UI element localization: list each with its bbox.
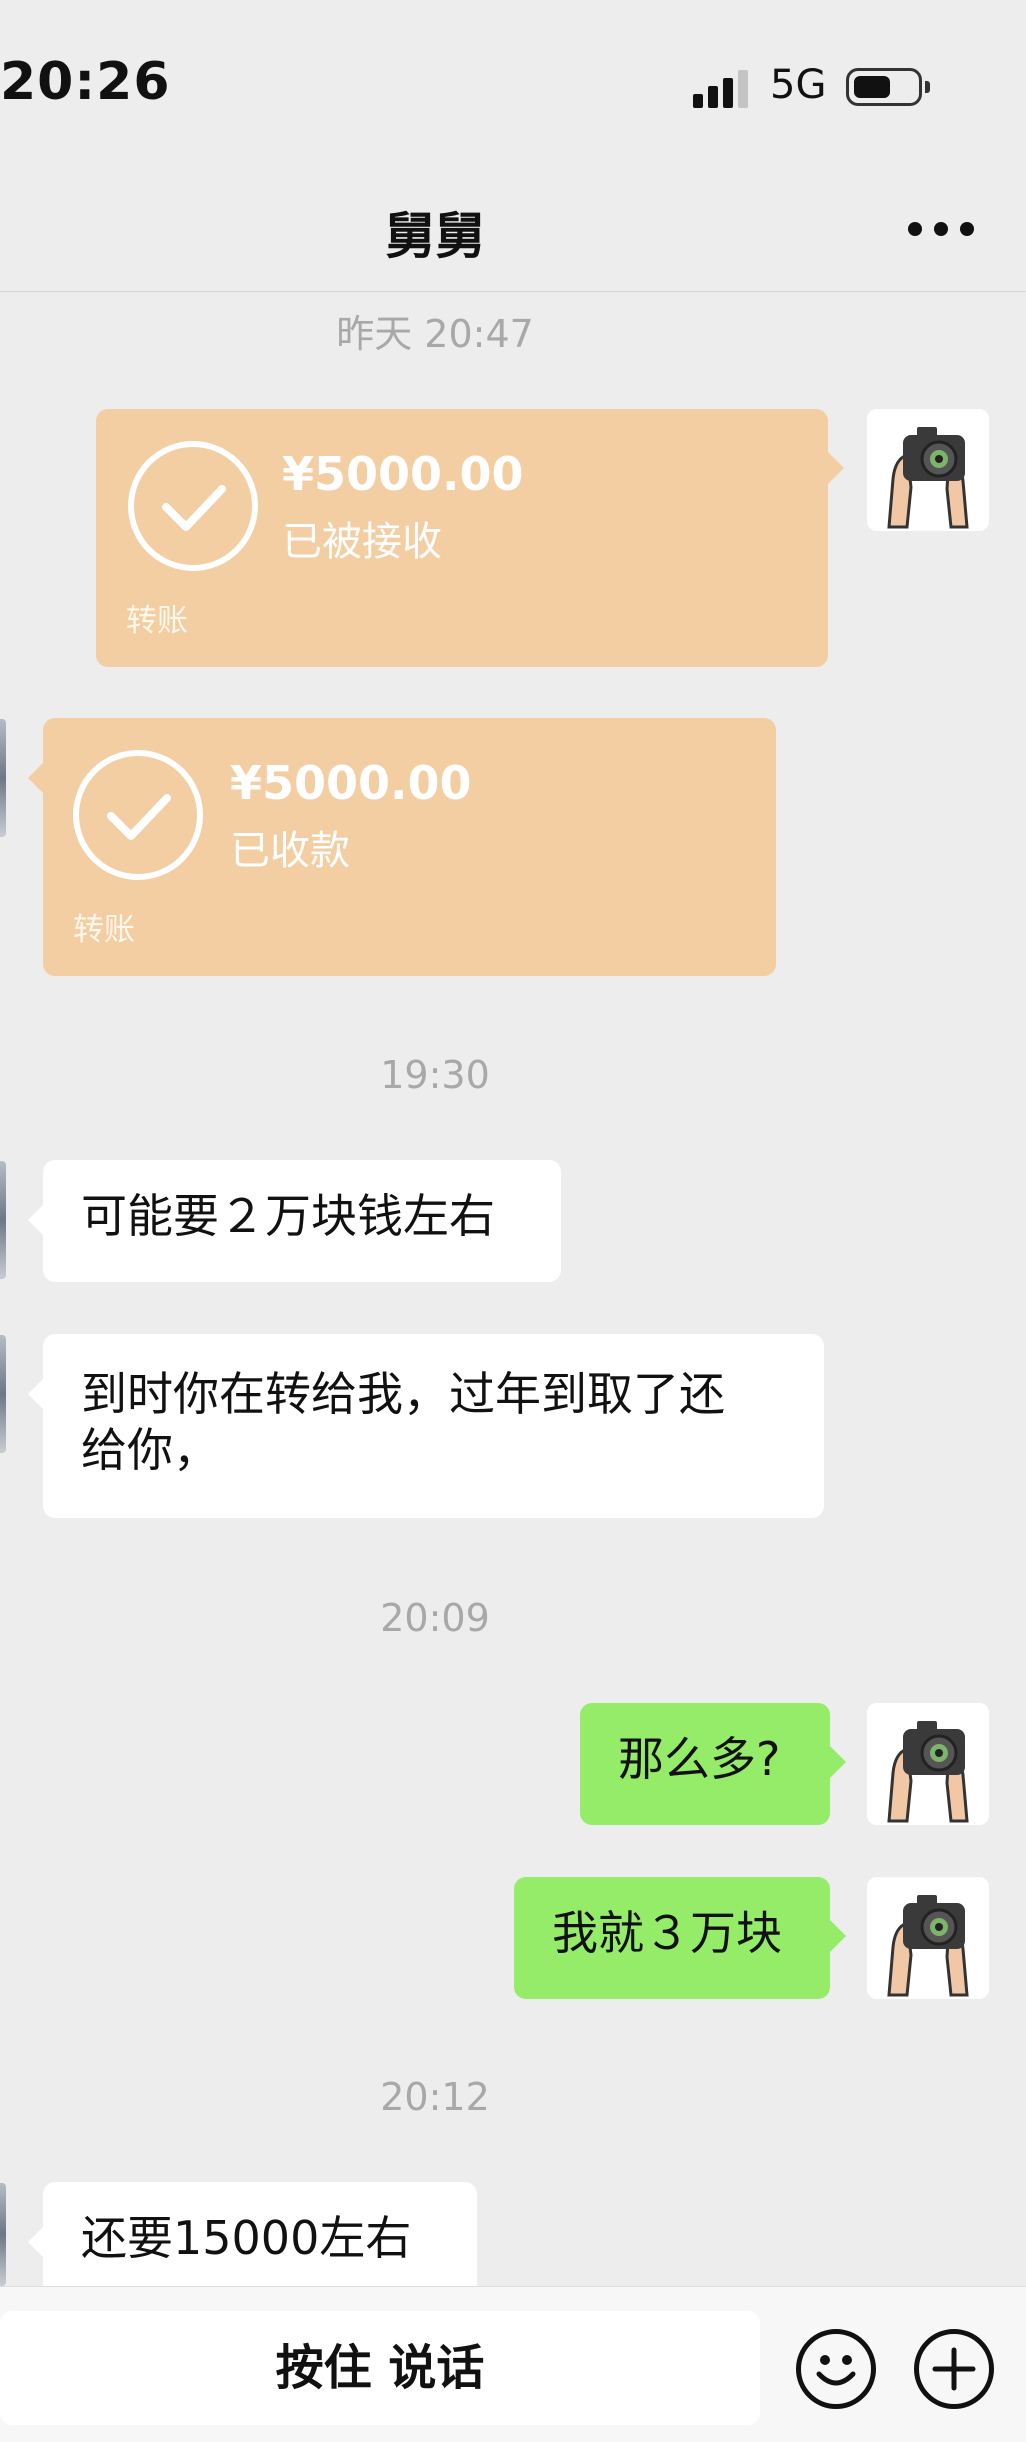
bubble-tail — [830, 1920, 846, 1952]
check-circle-icon — [128, 441, 258, 571]
camera-hands-icon — [867, 409, 989, 531]
camera-hands-icon — [867, 1703, 989, 1825]
status-bar: 20:26 5G — [0, 0, 1026, 170]
bubble-tail — [28, 1204, 44, 1236]
message-text-line: 给你， — [81, 1423, 219, 1477]
transfer-amount: ¥5000.00 — [282, 447, 524, 501]
timestamp: 19:30 — [380, 1053, 490, 1097]
transfer-label: 转账 — [126, 603, 188, 639]
transfer-amount: ¥5000.00 — [230, 756, 472, 810]
my-avatar[interactable] — [867, 409, 989, 531]
contact-avatar[interactable] — [0, 2183, 6, 2286]
transfer-status: 已收款 — [230, 828, 350, 874]
message-text: 那么多? — [618, 1732, 781, 1786]
message-bubble[interactable]: 到时你在转给我，过年到取了还 给你， — [43, 1334, 824, 1518]
my-avatar[interactable] — [867, 1703, 989, 1825]
check-circle-icon — [73, 750, 203, 880]
contact-avatar[interactable] — [0, 719, 6, 837]
bubble-tail — [828, 452, 844, 484]
message-bubble[interactable]: 可能要２万块钱左右 — [43, 1160, 561, 1282]
message-text: 还要15000左右 — [81, 2211, 412, 2265]
camera-hands-icon — [867, 1877, 989, 1999]
contact-avatar[interactable] — [0, 1161, 6, 1279]
signal-icon — [693, 68, 751, 108]
transfer-card-sent[interactable]: ¥5000.00 已被接收 转账 — [96, 409, 828, 667]
bubble-tail — [28, 2226, 44, 2258]
message-bubble[interactable]: 还要15000左右 — [43, 2182, 477, 2286]
my-avatar[interactable] — [867, 1877, 989, 1999]
message-text: 我就３万块 — [552, 1906, 782, 1960]
message-text: 可能要２万块钱左右 — [81, 1189, 495, 1243]
hold-to-talk-button[interactable]: 按住 说话 — [0, 2311, 760, 2425]
timestamp: 20:09 — [380, 1596, 490, 1640]
battery-icon — [846, 68, 930, 106]
input-bar: 按住 说话 — [0, 2286, 1026, 2442]
network-type: 5G — [770, 62, 827, 108]
timestamp: 昨天 20:47 — [336, 312, 534, 356]
chat-title: 舅舅 — [385, 207, 485, 265]
more-dots-icon[interactable] — [908, 222, 978, 238]
transfer-label: 转账 — [73, 912, 135, 948]
contact-avatar[interactable] — [0, 1335, 6, 1453]
message-bubble-sent[interactable]: 我就３万块 — [514, 1877, 830, 1999]
chat-header: 舅舅 — [0, 170, 1026, 292]
emoji-icon[interactable] — [796, 2329, 876, 2409]
message-bubble-sent[interactable]: 那么多? — [580, 1703, 830, 1825]
timestamp: 20:12 — [380, 2075, 490, 2119]
bubble-tail — [830, 1746, 846, 1778]
plus-circle-icon[interactable] — [914, 2329, 994, 2409]
transfer-status: 已被接收 — [282, 519, 442, 565]
transfer-card-received[interactable]: ¥5000.00 已收款 转账 — [43, 718, 776, 976]
bubble-tail — [28, 1378, 44, 1410]
message-text-line: 到时你在转给我，过年到取了还 — [81, 1367, 725, 1421]
status-time: 20:26 — [0, 52, 171, 112]
bubble-tail — [28, 762, 44, 794]
